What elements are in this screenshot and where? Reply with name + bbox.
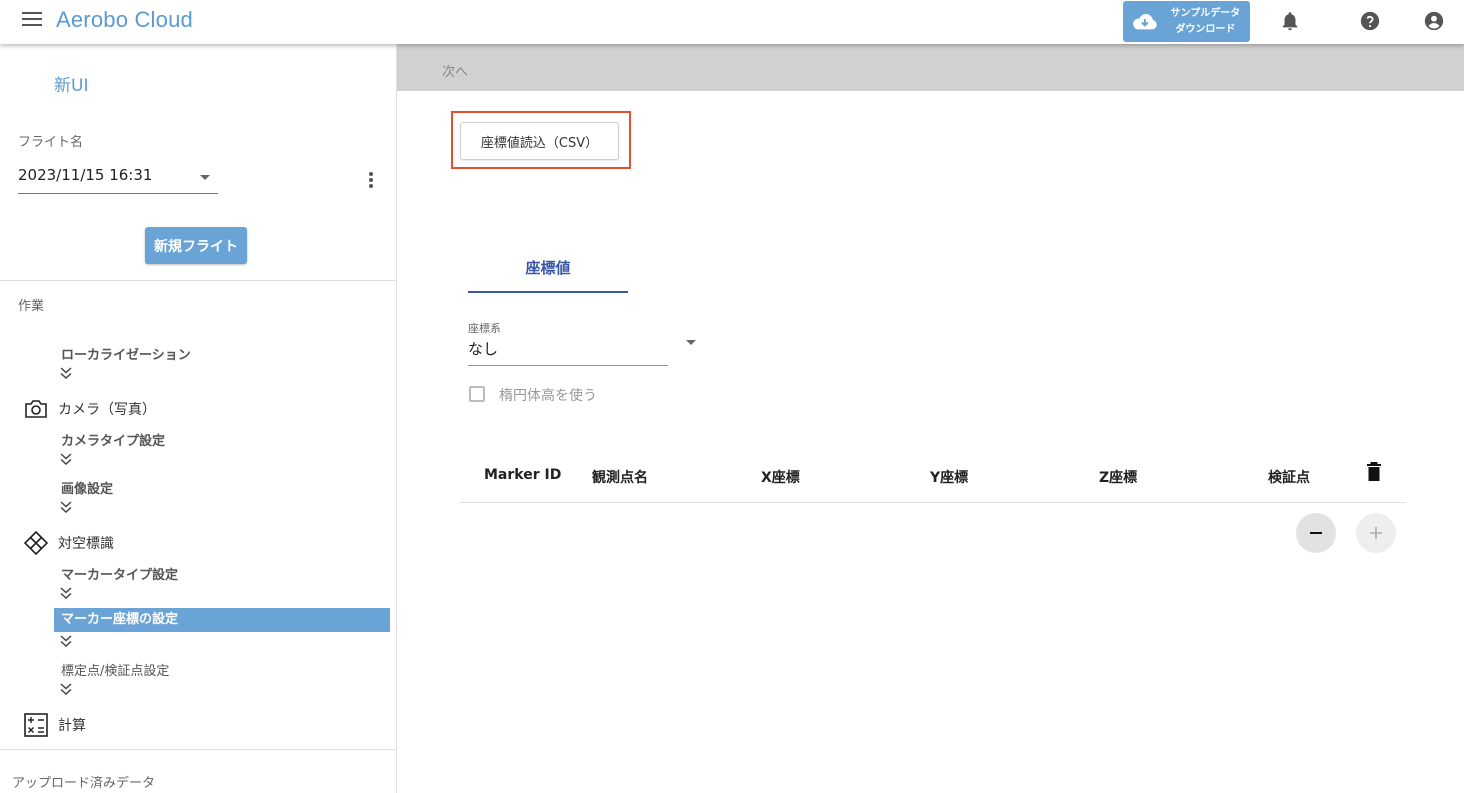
group-gcp-label: 対空標識 xyxy=(58,536,114,552)
sample-data-download-button[interactable]: サンプルデータ ダウンロード xyxy=(1123,1,1250,42)
target-marker-icon xyxy=(24,531,48,555)
next-bar: 次へ xyxy=(397,44,1464,91)
sample-download-line1: サンプルデータ xyxy=(1170,7,1241,19)
double-chevron-down-icon xyxy=(60,501,72,514)
divider xyxy=(0,280,397,281)
column-header-x: X座標 xyxy=(761,470,800,486)
cloud-download-icon xyxy=(1133,13,1157,29)
step-marker-type[interactable]: マーカータイプ設定 xyxy=(61,564,178,583)
group-calc-label: 計算 xyxy=(58,718,86,734)
camera-icon xyxy=(25,400,47,418)
double-chevron-down-icon xyxy=(60,587,72,600)
trash-icon[interactable] xyxy=(1366,462,1382,482)
help-icon[interactable] xyxy=(1359,10,1381,32)
more-vert-icon[interactable] xyxy=(369,172,375,190)
group-camera-label: カメラ（写真） xyxy=(58,402,156,418)
menu-icon[interactable] xyxy=(22,12,42,28)
flight-select-value: 2023/11/15 16:31 xyxy=(18,166,153,184)
ellipsoid-height-checkbox[interactable] xyxy=(469,386,485,402)
remove-row-button[interactable] xyxy=(1296,513,1336,553)
group-calc: 計算 xyxy=(24,713,86,737)
coord-system-label: 座標系 xyxy=(468,322,501,335)
app-bar: Aerobo Cloud サンプルデータ ダウンロード xyxy=(0,0,1464,44)
next-button[interactable]: 次へ xyxy=(442,61,468,80)
dropdown-arrow-icon[interactable] xyxy=(686,340,696,345)
bell-icon[interactable] xyxy=(1279,10,1301,32)
ellipsoid-height-label: 楕円体高を使う xyxy=(499,388,597,404)
calculator-icon xyxy=(24,713,48,737)
step-localization[interactable]: ローカライゼーション xyxy=(61,344,191,363)
column-header-marker-id: Marker ID xyxy=(484,467,562,483)
column-header-y: Y座標 xyxy=(930,470,969,486)
column-header-z: Z座標 xyxy=(1099,470,1138,486)
new-ui-link[interactable]: 新UI· xyxy=(54,71,90,96)
table-divider xyxy=(460,502,1406,503)
step-calibration-points[interactable]: 標定点/検証点設定 xyxy=(61,660,169,679)
group-gcp: 対空標識 xyxy=(24,531,114,555)
coord-system-select[interactable]: なし xyxy=(468,338,668,366)
column-header-check-point: 検証点 xyxy=(1268,470,1310,486)
coord-system-value: なし xyxy=(468,340,499,358)
step-image-settings[interactable]: 画像設定 xyxy=(61,478,113,497)
new-ui-label: 新UI xyxy=(54,76,89,96)
account-icon[interactable] xyxy=(1423,10,1445,32)
flight-name-label: フライト名 xyxy=(18,135,84,150)
plus-icon xyxy=(1370,527,1382,539)
column-header-point-name: 観測点名 xyxy=(592,470,648,486)
dropdown-arrow-icon xyxy=(200,175,210,180)
uploaded-data-label: アップロード済みデータ xyxy=(12,776,156,791)
sample-download-line2: ダウンロード xyxy=(1175,23,1236,35)
tab-coordinates[interactable]: 座標値 xyxy=(468,257,628,293)
sidebar: 新UI· フライト名 2023/11/15 16:31 新規フライト 作業 ロー… xyxy=(0,44,397,793)
step-camera-type[interactable]: カメラタイプ設定 xyxy=(61,430,165,449)
new-flight-button[interactable]: 新規フライト xyxy=(145,227,247,264)
double-chevron-down-icon xyxy=(60,683,72,696)
minus-icon xyxy=(1310,532,1322,534)
work-section-label: 作業 xyxy=(18,299,45,314)
divider xyxy=(0,749,397,750)
double-chevron-down-icon xyxy=(60,635,72,648)
step-marker-coords-active[interactable]: マーカー座標の設定 xyxy=(54,608,390,632)
add-row-button[interactable] xyxy=(1356,513,1396,553)
group-camera: カメラ（写真） xyxy=(24,399,156,419)
flight-select[interactable]: 2023/11/15 16:31 xyxy=(18,166,218,194)
double-chevron-down-icon xyxy=(60,367,72,380)
app-title: Aerobo Cloud xyxy=(56,7,193,32)
double-chevron-down-icon xyxy=(60,453,72,466)
load-csv-button[interactable]: 座標値読込（CSV） xyxy=(460,122,619,160)
